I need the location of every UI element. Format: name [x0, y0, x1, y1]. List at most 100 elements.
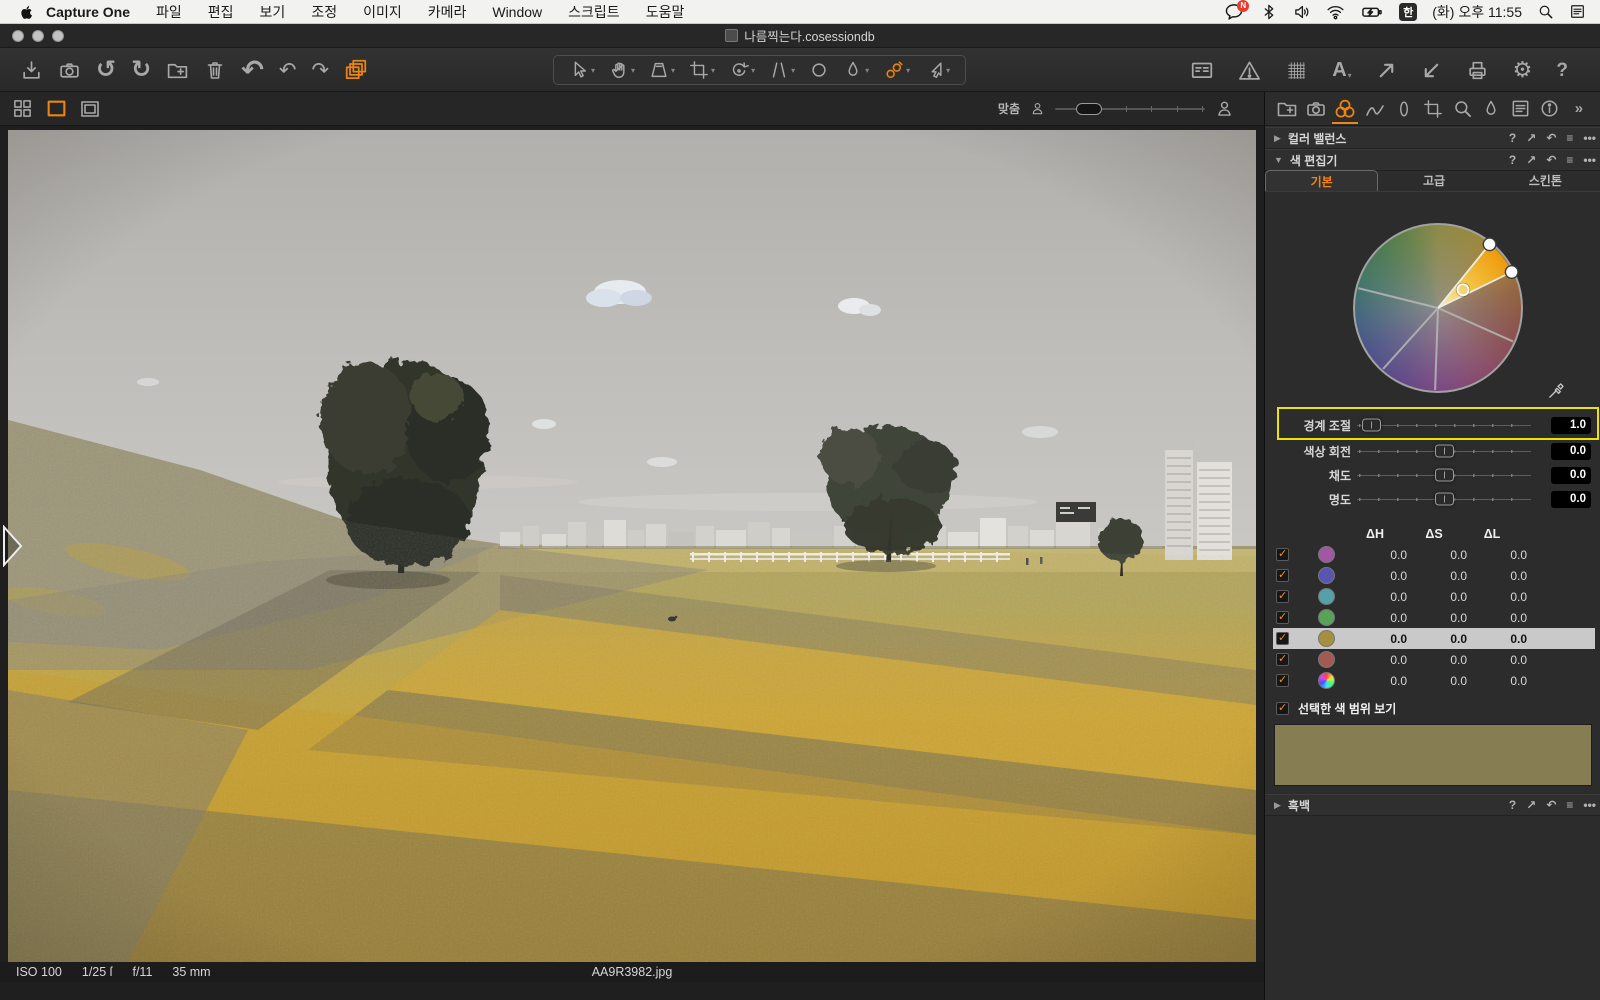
color-swatch[interactable]	[1318, 567, 1335, 584]
color-swatch[interactable]	[1318, 651, 1335, 668]
row-checkbox[interactable]	[1276, 589, 1289, 603]
delta-h-value[interactable]: 0.0	[1347, 611, 1407, 625]
delta-s-value[interactable]: 0.0	[1407, 569, 1467, 583]
slider-track[interactable]	[1357, 492, 1531, 506]
slider-knob[interactable]	[1361, 418, 1381, 432]
dropdown-arrow-icon[interactable]: ▾	[946, 66, 950, 75]
slider-track[interactable]	[1357, 444, 1531, 458]
row-checkbox[interactable]	[1276, 631, 1289, 645]
dropdown-arrow-icon[interactable]: ▾	[631, 66, 635, 75]
delta-l-value[interactable]: 0.0	[1467, 611, 1527, 625]
menu-file[interactable]: 파일	[143, 2, 195, 22]
menu-app-name[interactable]: Capture One	[38, 4, 143, 20]
dropdown-arrow-icon[interactable]: ▾	[591, 66, 595, 75]
tab-library[interactable]	[1274, 94, 1300, 124]
dropdown-arrow-icon[interactable]: ▾	[865, 66, 869, 75]
spot-removal-tool[interactable]	[802, 60, 836, 80]
row-checkbox[interactable]	[1276, 568, 1289, 582]
color-row-green[interactable]: 0.00.00.0	[1273, 607, 1595, 628]
color-swatch[interactable]	[1318, 546, 1335, 563]
slider-value[interactable]: 0.0	[1551, 466, 1591, 484]
menu-clock[interactable]: (화) 오후 11:55	[1432, 2, 1522, 22]
delta-h-value[interactable]: 0.0	[1347, 632, 1407, 646]
more-icon[interactable]: •••	[1583, 798, 1596, 812]
color-row-red[interactable]: 0.00.00.0	[1273, 649, 1595, 670]
help-icon[interactable]: ?	[1509, 153, 1516, 167]
rotation-tool[interactable]: ▾	[722, 60, 762, 80]
tab-composition[interactable]	[1420, 94, 1446, 124]
zoom-fit-label[interactable]: 맞춤	[998, 100, 1020, 117]
menu-help[interactable]: 도움말	[633, 2, 698, 22]
tab-lens[interactable]	[1391, 94, 1417, 124]
delta-l-value[interactable]: 0.0	[1467, 590, 1527, 604]
slider-track[interactable]	[1357, 468, 1531, 482]
collapse-arrow-icon[interactable]: ▶	[1265, 133, 1288, 144]
reset-icon[interactable]: ↶	[1546, 131, 1556, 145]
tab-basic-active[interactable]: 기본	[1265, 170, 1379, 191]
tab-color-active[interactable]	[1332, 94, 1359, 124]
single-view-button-active[interactable]	[44, 99, 68, 119]
battery-icon[interactable]	[1360, 2, 1384, 22]
notification-center-icon[interactable]	[1569, 3, 1586, 20]
view-range-checkbox[interactable]	[1276, 701, 1289, 715]
pick-color-dropper-icon[interactable]	[1547, 382, 1565, 400]
color-row-all-colors[interactable]: 0.00.00.0	[1273, 670, 1595, 691]
dropdown-arrow-icon[interactable]: ▾	[711, 66, 715, 75]
bluetooth-icon[interactable]	[1260, 3, 1278, 21]
row-checkbox[interactable]	[1276, 610, 1289, 624]
tab-exposure[interactable]	[1362, 94, 1388, 124]
row-checkbox[interactable]	[1276, 652, 1289, 666]
loupe-tool[interactable]: ▾	[642, 60, 682, 80]
delta-s-value[interactable]: 0.0	[1407, 653, 1467, 667]
more-icon[interactable]: •••	[1583, 131, 1596, 145]
delete-trash-icon[interactable]	[204, 59, 226, 81]
apple-menu-icon[interactable]	[0, 3, 38, 20]
tab-more[interactable]: »	[1566, 94, 1592, 124]
viewer-layout-icon[interactable]	[1190, 58, 1214, 82]
import-images-icon[interactable]	[20, 59, 43, 82]
tab-capture[interactable]	[1303, 94, 1329, 124]
copy-apply-adjustments-icon[interactable]	[344, 58, 368, 82]
wifi-icon[interactable]	[1326, 2, 1345, 21]
export-arrow-icon[interactable]	[1376, 60, 1397, 81]
color-row-cyan[interactable]: 0.00.00.0	[1273, 586, 1595, 607]
menu-view[interactable]: 보기	[247, 2, 299, 22]
delta-s-value[interactable]: 0.0	[1407, 548, 1467, 562]
section-black-white[interactable]: ▶ 흑백 ? ↗ ↶ ≡ •••	[1265, 794, 1600, 816]
crop-tool[interactable]: ▾	[682, 60, 722, 80]
delta-h-value[interactable]: 0.0	[1347, 590, 1407, 604]
menu-scripts[interactable]: 스크립트	[555, 2, 633, 22]
slider-value[interactable]: 0.0	[1551, 490, 1591, 508]
delta-h-value[interactable]: 0.0	[1347, 548, 1407, 562]
help-icon[interactable]: ?	[1509, 798, 1516, 812]
move-to-folder-icon[interactable]	[166, 59, 189, 82]
draw-mask-tool[interactable]: ▾	[836, 60, 876, 80]
menu-camera[interactable]: 카메라	[415, 2, 480, 22]
color-swatch-rainbow[interactable]	[1318, 672, 1335, 689]
grid-overlay-icon[interactable]	[1285, 59, 1308, 82]
print-icon[interactable]	[1466, 59, 1489, 82]
tab-metadata[interactable]	[1508, 94, 1534, 124]
detach-icon[interactable]: ↗	[1526, 153, 1536, 167]
color-swatch[interactable]	[1318, 609, 1335, 626]
slider-value[interactable]: 1.0	[1551, 416, 1591, 434]
delta-l-value[interactable]: 0.0	[1467, 632, 1527, 646]
presets-icon[interactable]: ≡	[1566, 798, 1573, 812]
expand-arrow-icon[interactable]: ▼	[1265, 155, 1290, 165]
color-wheel-overlay[interactable]	[1353, 223, 1523, 393]
detach-icon[interactable]: ↗	[1526, 131, 1536, 145]
reset-icon[interactable]: ↶	[1546, 153, 1556, 167]
color-picker-tool-active[interactable]: ▾	[876, 60, 917, 81]
delta-s-value[interactable]: 0.0	[1407, 611, 1467, 625]
collapse-arrow-icon[interactable]: ▶	[1265, 800, 1288, 811]
delta-l-value[interactable]: 0.0	[1467, 674, 1527, 688]
slider-track[interactable]	[1357, 418, 1531, 432]
delta-l-value[interactable]: 0.0	[1467, 653, 1527, 667]
select-tool[interactable]: ▾	[562, 60, 602, 80]
volume-icon[interactable]	[1293, 3, 1311, 21]
white-balance-picker-tool[interactable]: ▾	[917, 60, 957, 80]
row-checkbox[interactable]	[1276, 673, 1289, 687]
delta-l-value[interactable]: 0.0	[1467, 569, 1527, 583]
help-icon[interactable]: ?	[1509, 131, 1516, 145]
prev-panel-arrow[interactable]	[2, 525, 24, 567]
